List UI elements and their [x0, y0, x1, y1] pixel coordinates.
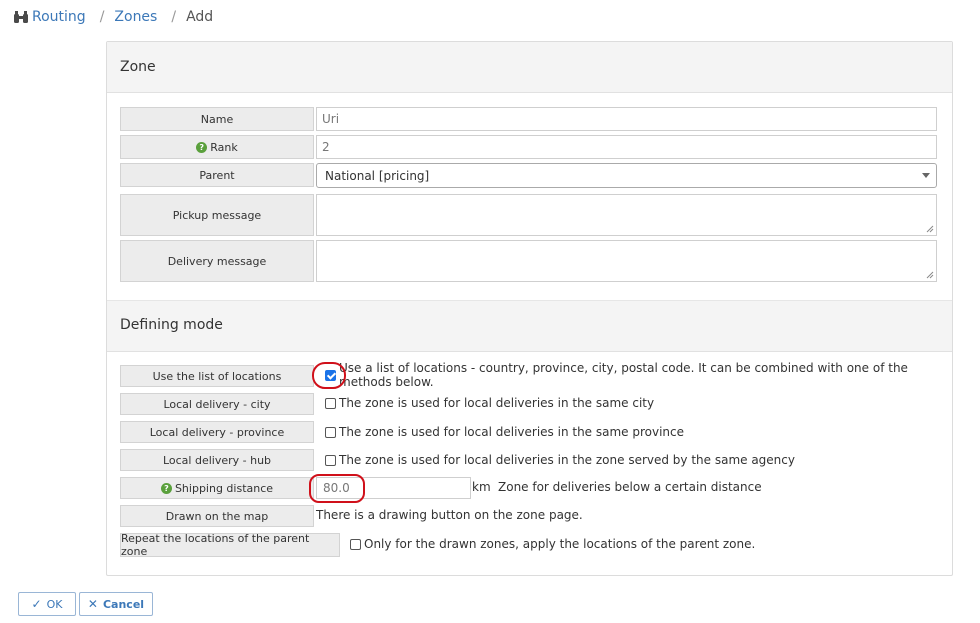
local-city-text: The zone is used for local deliveries in…: [339, 396, 655, 410]
local-hub-checkbox[interactable]: [325, 454, 336, 466]
list-locations-text: Use a list of locations - country, provi…: [339, 361, 908, 389]
local-hub-option[interactable]: The zone is used for local deliveries in…: [325, 452, 795, 468]
list-locations-option[interactable]: Use a list of locations - country, provi…: [325, 361, 952, 389]
close-icon: ✕: [87, 597, 98, 611]
zone-section-header: Zone: [107, 42, 952, 93]
resize-grip-icon[interactable]: [926, 225, 934, 233]
name-label: Name: [120, 107, 314, 131]
local-province-label: Local delivery - province: [120, 421, 314, 443]
help-icon[interactable]: ?: [160, 482, 172, 494]
shipping-distance-label: ? Shipping distance: [120, 477, 314, 499]
local-hub-text: The zone is used for local deliveries in…: [339, 453, 795, 467]
pickup-message-label: Pickup message: [120, 194, 314, 236]
breadcrumb-zones[interactable]: Zones: [114, 9, 157, 25]
cancel-button-label: Cancel: [102, 597, 145, 611]
binoculars-icon: [14, 11, 28, 23]
local-city-checkbox[interactable]: [325, 397, 336, 409]
shipping-distance-text: Zone for deliveries below a certain dist…: [498, 480, 762, 494]
caret-down-icon: [922, 173, 930, 178]
repeat-parent-text: Only for the drawn zones, apply the loca…: [364, 537, 756, 551]
local-province-checkbox[interactable]: [325, 426, 336, 438]
shipping-distance-label-text: Shipping distance: [174, 481, 274, 495]
repeat-parent-label: Repeat the locations of the parent zone: [120, 532, 340, 558]
name-input[interactable]: Uri: [316, 107, 937, 131]
list-locations-label: Use the list of locations: [120, 365, 314, 387]
help-icon[interactable]: ?: [196, 141, 208, 153]
annotation-highlight-distance: [309, 474, 365, 503]
local-hub-label: Local delivery - hub: [120, 449, 314, 471]
pickup-message-textarea[interactable]: [316, 194, 937, 236]
parent-label: Parent: [120, 163, 314, 187]
drawn-map-label: Drawn on the map: [120, 505, 314, 527]
rank-input[interactable]: 2: [316, 135, 937, 159]
breadcrumb: Routing / Zones / Add: [13, 7, 213, 27]
breadcrumb-separator: /: [99, 9, 105, 25]
local-province-text: The zone is used for local deliveries in…: [339, 425, 685, 439]
ok-button[interactable]: ✓ OK: [18, 592, 76, 616]
drawn-map-text: There is a drawing button on the zone pa…: [316, 508, 583, 522]
annotation-highlight-checkbox: [312, 362, 346, 389]
local-city-option[interactable]: The zone is used for local deliveries in…: [325, 395, 654, 411]
breadcrumb-separator: /: [171, 9, 177, 25]
zone-section-title: Zone: [120, 59, 156, 75]
cancel-button[interactable]: ✕ Cancel: [79, 592, 153, 616]
local-province-option[interactable]: The zone is used for local deliveries in…: [325, 424, 684, 440]
rank-label-text: Rank: [210, 140, 238, 154]
breadcrumb-routing[interactable]: Routing: [32, 9, 86, 25]
parent-select-value: National [pricing]: [325, 168, 430, 183]
repeat-parent-checkbox[interactable]: [350, 538, 361, 550]
rank-label: ? Rank: [120, 135, 314, 159]
ok-button-label: OK: [46, 597, 63, 611]
delivery-message-label: Delivery message: [120, 240, 314, 282]
parent-select[interactable]: National [pricing]: [316, 163, 937, 188]
local-city-label: Local delivery - city: [120, 393, 314, 415]
defining-mode-title: Defining mode: [120, 317, 223, 333]
zone-panel: Zone Name Uri ? Rank 2 Parent National […: [106, 41, 953, 576]
defining-mode-header: Defining mode: [107, 300, 952, 352]
delivery-message-textarea[interactable]: [316, 240, 937, 282]
repeat-parent-option[interactable]: Only for the drawn zones, apply the loca…: [350, 536, 755, 552]
breadcrumb-current: Add: [186, 9, 214, 25]
resize-grip-icon[interactable]: [926, 271, 934, 279]
shipping-distance-unit: km: [472, 480, 491, 494]
check-icon: ✓: [31, 597, 42, 611]
